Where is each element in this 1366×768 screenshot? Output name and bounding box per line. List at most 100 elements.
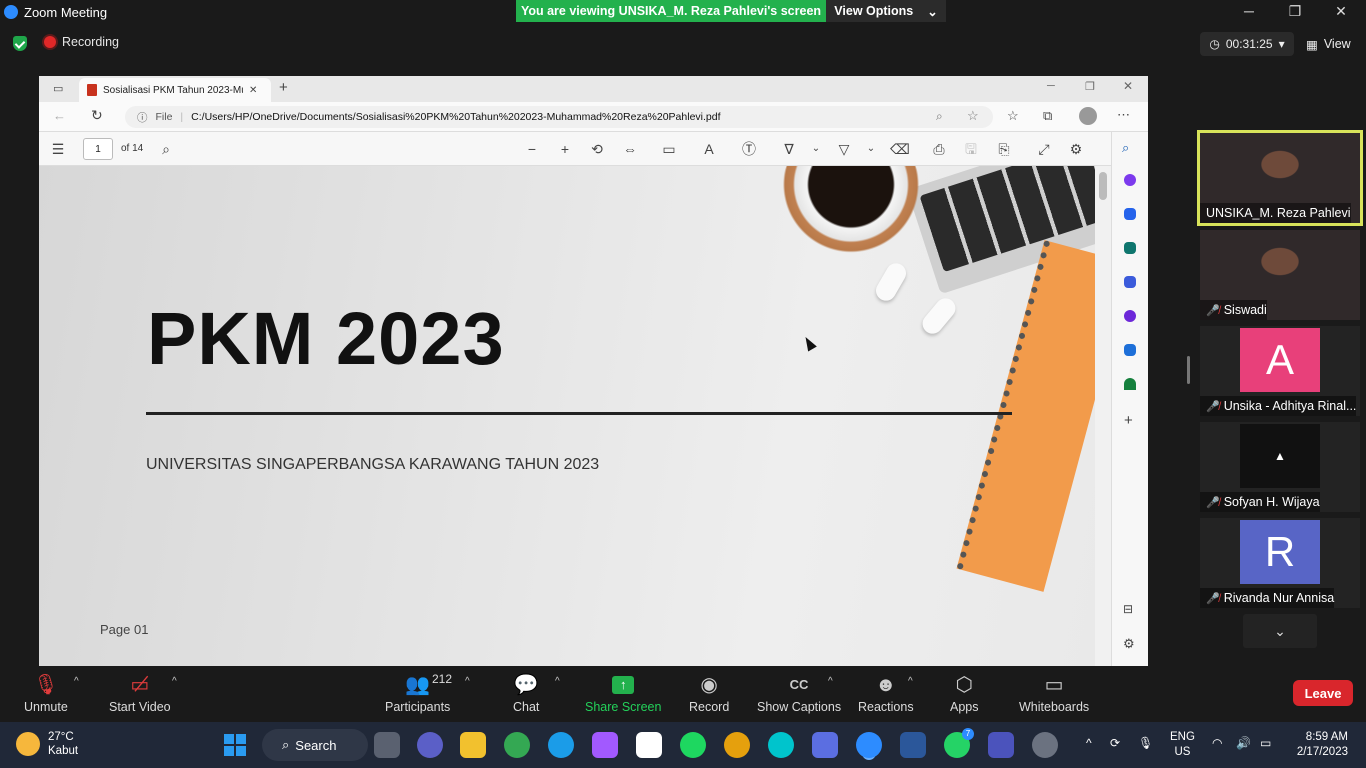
save-as-icon[interactable]: ⎘ [995, 141, 1013, 157]
participant-tile[interactable]: R 🎤̸ Rivanda Nur Annisa [1200, 518, 1360, 608]
chevron-up-icon[interactable]: ^ [74, 676, 79, 687]
add-icon[interactable]: + [1124, 412, 1133, 429]
settings-icon[interactable]: ⚙ [1123, 636, 1135, 652]
app-icon[interactable] [812, 732, 838, 758]
chevron-up-icon[interactable]: ^ [828, 676, 833, 687]
url-field[interactable]: ⓘ File | C:/Users/HP/OneDrive/Documents/… [125, 106, 993, 128]
participant-tile[interactable]: 🎤̸ Siswadi [1200, 230, 1360, 320]
browser-close-icon[interactable]: ✕ [1123, 79, 1133, 93]
page-number-input[interactable]: 1 [83, 138, 113, 160]
canva-icon[interactable] [768, 732, 794, 758]
back-icon[interactable]: ← [53, 108, 66, 123]
restore-button[interactable]: ❐ [1272, 0, 1318, 22]
sidebar-toggle-icon[interactable]: ⊟ [1123, 602, 1133, 616]
chevron-down-icon[interactable]: ⌄ [862, 141, 880, 157]
save-icon[interactable]: 🖫 [962, 141, 980, 157]
collections-icon[interactable]: ⧉ [1043, 108, 1052, 124]
chevron-up-icon[interactable]: ^ [555, 676, 560, 687]
battery-icon[interactable]: ▭ [1260, 736, 1271, 750]
zoom-out-icon[interactable]: − [523, 141, 541, 157]
zoom-app-icon[interactable] [856, 732, 882, 758]
media-player-icon[interactable] [724, 732, 750, 758]
read-aloud-icon[interactable]: A [700, 141, 718, 157]
edge-icon[interactable] [548, 732, 574, 758]
figma-icon[interactable] [592, 732, 618, 758]
fullscreen-icon[interactable]: ⤢ [1035, 141, 1053, 157]
record-button[interactable]: ◉ Record [689, 672, 729, 714]
task-view-icon[interactable] [374, 732, 400, 758]
spotify-icon[interactable] [680, 732, 706, 758]
highlight-icon[interactable]: ▽ [835, 141, 853, 157]
meeting-timer[interactable]: ◷ 00:31:25 ▾ [1200, 32, 1294, 56]
start-video-button[interactable]: ▭̸ Start Video [109, 672, 171, 714]
participants-button[interactable]: 👥 212 Participants [385, 672, 452, 714]
file-explorer-icon[interactable] [460, 732, 486, 758]
games-icon[interactable] [1124, 276, 1136, 288]
profile-icon[interactable] [1079, 107, 1097, 125]
shopping-icon[interactable] [1124, 208, 1136, 220]
tools-icon[interactable] [1124, 242, 1136, 254]
more-participants-button[interactable]: ⌄ [1243, 614, 1317, 648]
fit-width-icon[interactable]: ⇔ [621, 141, 639, 157]
browser-restore-icon[interactable]: ❐ [1085, 80, 1095, 93]
page-view-icon[interactable]: ▭ [660, 141, 678, 157]
teams-icon[interactable] [988, 732, 1014, 758]
taskbar-clock[interactable]: 8:59 AM 2/17/2023 [1290, 730, 1348, 760]
draw-icon[interactable]: ∇ [780, 141, 798, 157]
participant-tile[interactable]: A 🎤̸ Unsika - Adhitya Rinal... [1200, 326, 1360, 416]
office-icon[interactable] [1124, 310, 1136, 322]
pdf-scrollbar[interactable] [1095, 166, 1111, 666]
view-options-button[interactable]: View Options ⌄ [826, 0, 946, 22]
language-indicator[interactable]: ENG US [1170, 730, 1195, 760]
text-icon[interactable]: Ⓣ [740, 141, 758, 157]
favorite-icon[interactable]: ☆ [967, 108, 979, 124]
chevron-up-icon[interactable]: ^ [1086, 736, 1092, 750]
teams-chat-icon[interactable] [417, 732, 443, 758]
close-icon[interactable]: ✕ [249, 85, 257, 96]
browser-tab[interactable]: Sosialisasi PKM Tahun 2023-Muh ✕ [79, 78, 271, 102]
word-icon[interactable] [900, 732, 926, 758]
zoom-icon[interactable]: ⌕ [936, 109, 943, 124]
refresh-icon[interactable]: ↻ [91, 107, 103, 124]
chevron-up-icon[interactable]: ^ [172, 676, 177, 687]
outlook-icon[interactable] [1124, 344, 1136, 356]
tab-actions-icon[interactable]: ▭ [53, 82, 63, 95]
participant-tile[interactable]: UNSIKA_M. Reza Pahlevi [1197, 130, 1363, 226]
chrome-icon[interactable] [504, 732, 530, 758]
chevron-up-icon[interactable]: ^ [908, 676, 913, 687]
panel-resize-handle[interactable] [1187, 356, 1190, 384]
erase-icon[interactable]: ⌫ [890, 141, 910, 157]
share-screen-button[interactable]: ↑ Share Screen [585, 672, 661, 714]
settings-icon[interactable]: ⚙ [1067, 141, 1085, 157]
more-icon[interactable]: ⋯ [1117, 107, 1130, 123]
chevron-down-icon[interactable]: ⌄ [807, 141, 825, 157]
copilot-icon[interactable] [1124, 174, 1136, 186]
minimize-button[interactable]: ─ [1226, 0, 1272, 22]
encryption-shield-icon[interactable] [13, 36, 27, 51]
chat-button[interactable]: 💬 Chat [513, 672, 539, 714]
settings-icon[interactable] [1032, 732, 1058, 758]
recording-indicator[interactable]: Recording [44, 35, 119, 49]
print-icon[interactable]: ⎙ [930, 141, 948, 157]
capcut-icon[interactable] [636, 732, 662, 758]
whiteboards-button[interactable]: ▭ Whiteboards [1019, 672, 1089, 714]
start-button[interactable] [224, 734, 246, 756]
chevron-up-icon[interactable]: ^ [465, 676, 470, 687]
sync-icon[interactable]: ⟳ [1110, 736, 1120, 750]
wifi-icon[interactable]: ◠ [1212, 736, 1222, 750]
new-tab-icon[interactable]: + [279, 79, 288, 96]
unmute-button[interactable]: 🎙 Unmute [24, 672, 68, 714]
zoom-in-icon[interactable]: + [556, 141, 574, 157]
browser-minimize-icon[interactable]: ─ [1047, 80, 1055, 92]
reactions-button[interactable]: ☻ Reactions [858, 672, 914, 714]
search-icon[interactable]: ⌕ [157, 141, 175, 157]
contents-icon[interactable]: ☰ [49, 141, 67, 157]
favorites-icon[interactable]: ☆ [1007, 108, 1019, 124]
taskbar-search[interactable]: ⌕ Search [262, 729, 368, 761]
microphone-icon[interactable]: 🎙 [1138, 736, 1153, 750]
volume-icon[interactable]: 🔊 [1236, 736, 1251, 750]
leave-button[interactable]: Leave [1293, 680, 1353, 706]
weather-widget[interactable]: 27°C Kabut [16, 730, 78, 758]
apps-button[interactable]: ⬡ Apps [950, 672, 979, 714]
search-icon[interactable]: ⌕ [1122, 140, 1138, 156]
